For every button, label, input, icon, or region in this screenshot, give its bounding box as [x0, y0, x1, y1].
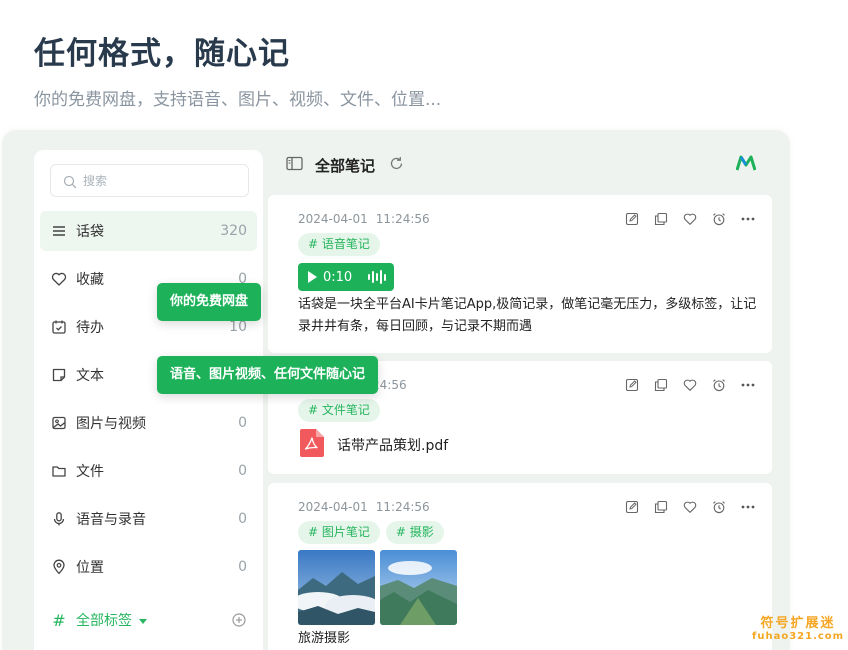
sidebar-item-location[interactable]: 位置 0 — [40, 547, 257, 587]
sidebar-item-count: 0 — [238, 463, 247, 479]
watermark-line1: 符号扩展迷 — [760, 616, 836, 631]
image-thumbnail[interactable] — [380, 550, 457, 625]
edit-icon[interactable] — [624, 499, 640, 515]
note-timestamp: 2024-04-01 11:24:56 — [298, 500, 430, 514]
tag-chip[interactable]: # 文件笔记 — [298, 399, 380, 422]
sidebar-item-images-videos[interactable]: 图片与视频 0 — [40, 403, 257, 443]
note-time: 11:24:56 — [375, 500, 430, 514]
pdf-file-icon — [300, 429, 324, 461]
hero-title: 任何格式，随心记 — [34, 36, 290, 72]
watermark: 符号扩展迷 fuhao321.com — [752, 612, 844, 642]
location-pin-icon — [50, 558, 68, 576]
sidebar-item-count: 320 — [220, 223, 247, 239]
search-box[interactable] — [50, 164, 249, 197]
tag-chip[interactable]: # 图片笔记 — [298, 521, 380, 544]
play-icon[interactable] — [308, 271, 317, 283]
search-icon — [63, 174, 77, 188]
note-actions — [611, 377, 756, 393]
file-attachment[interactable]: 话带产品策划.pdf — [300, 429, 448, 461]
refresh-icon[interactable] — [389, 156, 404, 175]
alarm-icon[interactable] — [711, 377, 727, 393]
sidebar-item-label: 位置 — [76, 560, 104, 576]
add-tag-icon[interactable] — [231, 612, 247, 628]
waveform-icon — [368, 270, 388, 284]
sidebar-item-count: 10 — [229, 319, 247, 335]
edit-icon[interactable] — [624, 377, 640, 393]
app-window: 话袋 320 收藏 0 待办 10 文本 — [2, 130, 790, 650]
all-tags-section[interactable]: # 全部标签 — [40, 602, 257, 638]
tag-chip[interactable]: # 摄影 — [385, 521, 444, 544]
notes-toolbar: 全部笔记 — [286, 152, 766, 178]
note-timestamp: 2024-04-01 11:24:56 — [298, 212, 430, 226]
app-logo-icon — [735, 155, 757, 175]
list-icon — [50, 222, 68, 240]
image-icon — [50, 414, 68, 432]
sidebar-toggle-icon[interactable] — [286, 156, 303, 175]
alarm-icon[interactable] — [711, 499, 727, 515]
sidebar-item-label: 文件 — [76, 464, 104, 480]
tooltip-any-format: 语音、图片视频、任何文件随心记 — [157, 356, 379, 394]
image-caption: 旅游摄影 — [298, 631, 351, 646]
microphone-icon — [50, 510, 68, 528]
tag-chip[interactable]: # 语音笔记 — [298, 233, 380, 256]
note-actions — [611, 499, 756, 515]
note-actions — [611, 211, 756, 227]
watermark-line2: fuhao321.com — [752, 631, 845, 642]
note-card-image[interactable]: 2024-04-01 11:24:56 # 图片笔记 # 摄影 旅游摄影 — [268, 483, 772, 650]
calendar-check-icon — [50, 318, 68, 336]
sidebar-item-count: 0 — [238, 511, 247, 527]
copy-icon[interactable] — [653, 211, 669, 227]
sidebar-item-count: 0 — [238, 559, 247, 575]
alarm-icon[interactable] — [711, 211, 727, 227]
sidebar-item-label: 图片与视频 — [76, 416, 146, 432]
note-tags: # 图片笔记 # 摄影 — [298, 521, 450, 544]
folder-icon — [50, 462, 68, 480]
all-tags-label: 全部标签 — [76, 613, 132, 629]
hero-subtitle: 你的免费网盘，支持语音、图片、视频、文件、位置... — [34, 90, 442, 110]
hero-banner: 任何格式，随心记 你的免费网盘，支持语音、图片、视频、文件、位置... — [0, 0, 848, 130]
sidebar-item-label: 话袋 — [76, 224, 104, 240]
sidebar-item-voice[interactable]: 语音与录音 0 — [40, 499, 257, 539]
tooltip-free-storage: 你的免费网盘 — [157, 283, 262, 321]
caret-down-icon[interactable] — [139, 618, 147, 624]
edit-icon[interactable] — [624, 211, 640, 227]
image-thumbnail[interactable] — [298, 550, 375, 625]
note-date: 2024-04-01 — [298, 212, 368, 226]
file-name: 话带产品策划.pdf — [337, 438, 449, 454]
hash-icon: # — [52, 610, 66, 630]
copy-icon[interactable] — [653, 499, 669, 515]
notes-title: 全部笔记 — [315, 156, 376, 175]
heart-icon — [50, 270, 68, 288]
search-input[interactable] — [83, 173, 233, 188]
more-icon[interactable] — [740, 499, 756, 515]
note-card-voice[interactable]: 2024-04-01 11:24:56 # 语音笔记 0:10 话袋是一块全平台A… — [268, 195, 772, 353]
note-tags: # 语音笔记 — [298, 233, 386, 256]
note-content: 话袋是一块全平台AI卡片笔记App,极简记录，做笔记毫无压力，多级标签，让记录井… — [298, 297, 757, 334]
copy-icon[interactable] — [653, 377, 669, 393]
more-icon[interactable] — [740, 211, 756, 227]
note-date: 2024-04-01 — [298, 500, 368, 514]
note-tags: # 文件笔记 — [298, 399, 386, 422]
favorite-icon[interactable] — [682, 211, 698, 227]
sidebar-item-count: 0 — [238, 415, 247, 431]
audio-duration: 0:10 — [323, 269, 353, 285]
sidebar: 话袋 320 收藏 0 待办 10 文本 — [34, 150, 263, 650]
sidebar-item-label: 语音与录音 — [76, 512, 146, 528]
favorite-icon[interactable] — [682, 377, 698, 393]
sidebar-item-all-notes[interactable]: 话袋 320 — [40, 211, 257, 251]
favorite-icon[interactable] — [682, 499, 698, 515]
audio-player[interactable]: 0:10 — [298, 263, 394, 291]
sidebar-item-files[interactable]: 文件 0 — [40, 451, 257, 491]
note-time: 11:24:56 — [375, 212, 430, 226]
more-icon[interactable] — [740, 377, 756, 393]
note-icon — [50, 366, 68, 384]
